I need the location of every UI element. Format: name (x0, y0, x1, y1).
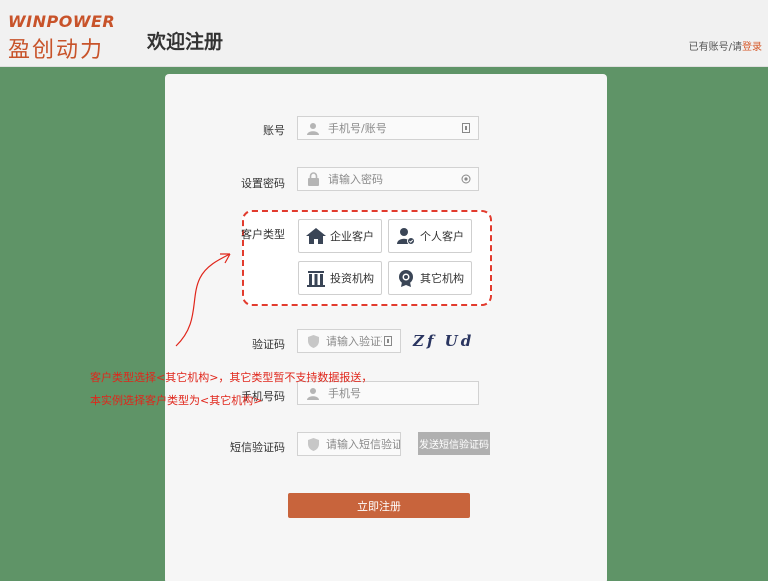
account-label: 账号 (263, 124, 285, 137)
captcha-placeholder: 请输入验证码 (326, 335, 382, 348)
customer-type-label-enterprise: 企业客户 (330, 230, 374, 243)
page-title: 欢迎注册 (147, 31, 224, 53)
customer-type-individual[interactable]: 个人客户 (388, 219, 472, 253)
sms-code-placeholder: 请输入短信验证码 (326, 438, 400, 451)
captcha-input[interactable]: 请输入验证码 (297, 329, 401, 353)
person-icon (396, 226, 416, 246)
customer-type-other[interactable]: 其它机构 (388, 261, 472, 295)
annotation-arrow (175, 253, 231, 347)
building-icon (306, 268, 326, 288)
sms-code-input[interactable]: 请输入短信验证码 (297, 432, 401, 456)
lock-icon (306, 172, 320, 186)
account-input[interactable]: 手机号/账号 (297, 116, 479, 140)
account-placeholder: 手机号/账号 (328, 122, 387, 135)
customer-type-label-other: 其它机构 (420, 272, 464, 285)
customer-type-enterprise[interactable]: 企业客户 (298, 219, 382, 253)
shield-icon (306, 437, 320, 451)
customer-type-investment[interactable]: 投资机构 (298, 261, 382, 295)
register-button[interactable]: 立即注册 (288, 493, 470, 518)
password-placeholder: 请输入密码 (328, 173, 383, 186)
password-input[interactable]: 请输入密码 (297, 167, 479, 191)
user-icon (306, 121, 320, 135)
send-sms-button[interactable]: 发送短信验证码 (418, 432, 490, 455)
annotation-line-1: 客户类型选择<其它机构>，其它类型暂不支持数据报送， (90, 371, 373, 384)
login-hint: 已有账号/请登录 (689, 38, 762, 53)
sms-code-label: 短信验证码 (230, 441, 285, 454)
annotation-line-2: 本实例选择客户类型为<其它机构> (90, 394, 263, 407)
login-hint-text: 已有账号/请 (688, 42, 742, 53)
logo-chinese-text: 盈创动力 (8, 38, 105, 63)
customer-type-label-individual: 个人客户 (420, 230, 464, 243)
login-link[interactable]: 登录 (742, 42, 762, 53)
brand-logo[interactable]: WINPOWER 盈创动力 (8, 12, 126, 63)
phone-placeholder: 手机号 (328, 387, 361, 400)
page-header: WINPOWER 盈创动力 欢迎注册 已有账号/请登录 (0, 0, 768, 67)
user-icon (306, 386, 320, 400)
clear-icon[interactable] (460, 122, 472, 134)
clear-icon[interactable] (382, 335, 394, 347)
captcha-image[interactable]: Zf Ud (413, 330, 479, 352)
logo-english-text: WINPOWER (8, 12, 116, 31)
password-label: 设置密码 (241, 177, 285, 190)
badge-icon (396, 268, 416, 288)
eye-icon[interactable] (460, 173, 472, 185)
customer-type-label-investment: 投资机构 (330, 272, 374, 285)
shield-icon (306, 334, 320, 348)
house-icon (306, 226, 326, 246)
